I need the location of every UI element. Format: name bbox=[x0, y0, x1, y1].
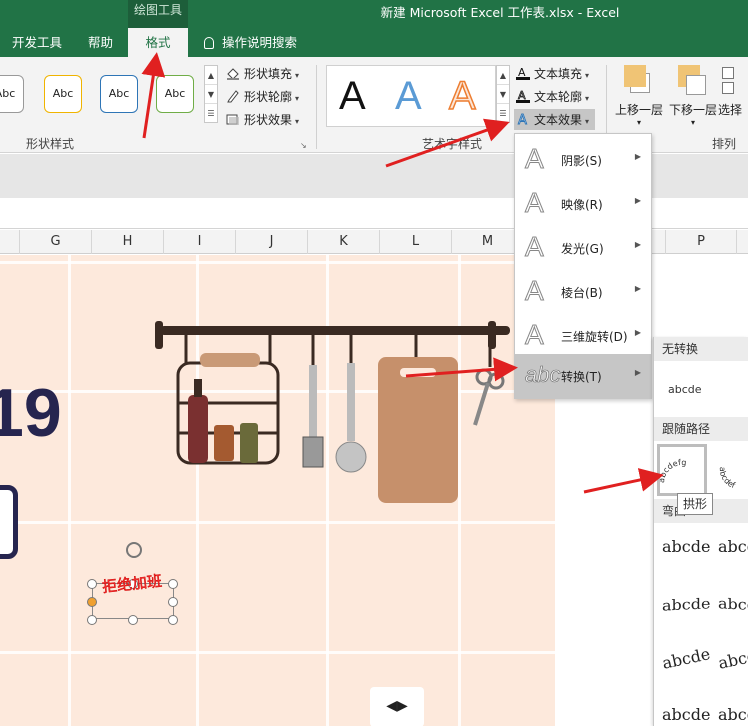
arrow-to-transform bbox=[405, 357, 518, 382]
annotation-arrows bbox=[141, 52, 664, 494]
arrow-to-format-tab bbox=[141, 52, 166, 139]
arrow-to-text-effects bbox=[385, 118, 510, 168]
arrow-to-arch-option bbox=[583, 468, 664, 494]
